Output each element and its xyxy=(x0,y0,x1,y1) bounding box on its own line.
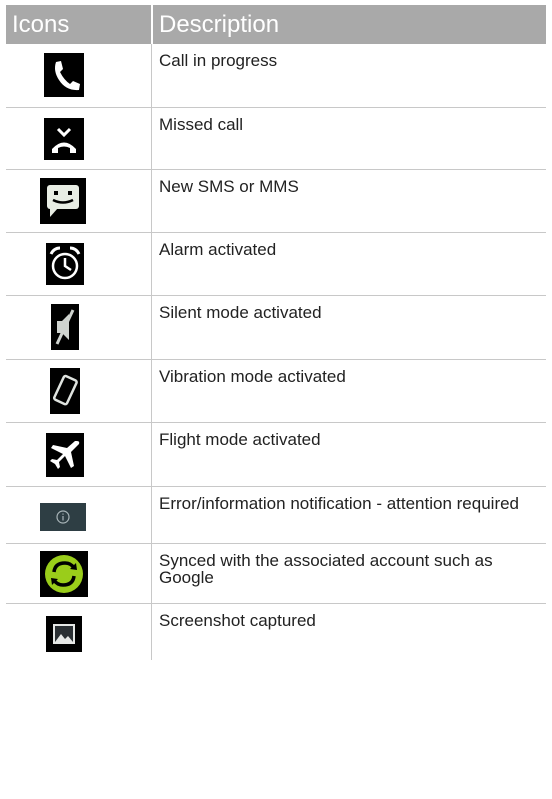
row-description: Vibration mode activated xyxy=(159,367,346,386)
screenshot-icon xyxy=(46,616,82,652)
row-description: New SMS or MMS xyxy=(159,177,299,196)
info-icon xyxy=(40,503,86,531)
row-description: Error/information notification - attenti… xyxy=(159,494,520,513)
table-row: Alarm activated xyxy=(6,233,546,296)
vibration-mode-icon xyxy=(50,368,80,414)
missed-call-icon xyxy=(44,118,84,160)
status-icons-table: Icons Description Call in progress Misse… xyxy=(6,5,546,660)
header-divider xyxy=(151,5,153,44)
row-description: Alarm activated xyxy=(159,240,277,259)
table-row: Missed call xyxy=(6,108,546,170)
table-row: Vibration mode activated xyxy=(6,360,546,423)
row-description: Silent mode activated xyxy=(159,303,322,322)
table-header: Icons Description xyxy=(6,5,546,44)
row-description: Call in progress xyxy=(159,51,278,70)
table-row: Call in progress xyxy=(6,44,546,108)
row-description: Missed call xyxy=(159,115,244,134)
silent-mode-icon xyxy=(51,304,79,350)
alarm-clock-icon xyxy=(46,243,84,285)
table-row: New SMS or MMS xyxy=(6,170,546,233)
header-icons: Icons xyxy=(12,11,70,38)
header-description: Description xyxy=(159,11,280,38)
table-row: Error/information notification - attenti… xyxy=(6,487,546,544)
table-row: Synced with the associated account such … xyxy=(6,544,546,604)
row-description: Synced with the associated account such … xyxy=(159,551,493,587)
table-row: Silent mode activated xyxy=(6,296,546,360)
row-description: Flight mode activated xyxy=(159,430,321,449)
airplane-icon xyxy=(46,433,84,477)
table-row: Flight mode activated xyxy=(6,423,546,487)
sms-message-icon xyxy=(40,178,86,224)
table-row: Screenshot captured xyxy=(6,604,546,660)
sync-icon xyxy=(40,551,88,597)
row-description: Screenshot captured xyxy=(159,611,316,630)
phone-call-icon xyxy=(44,53,84,97)
